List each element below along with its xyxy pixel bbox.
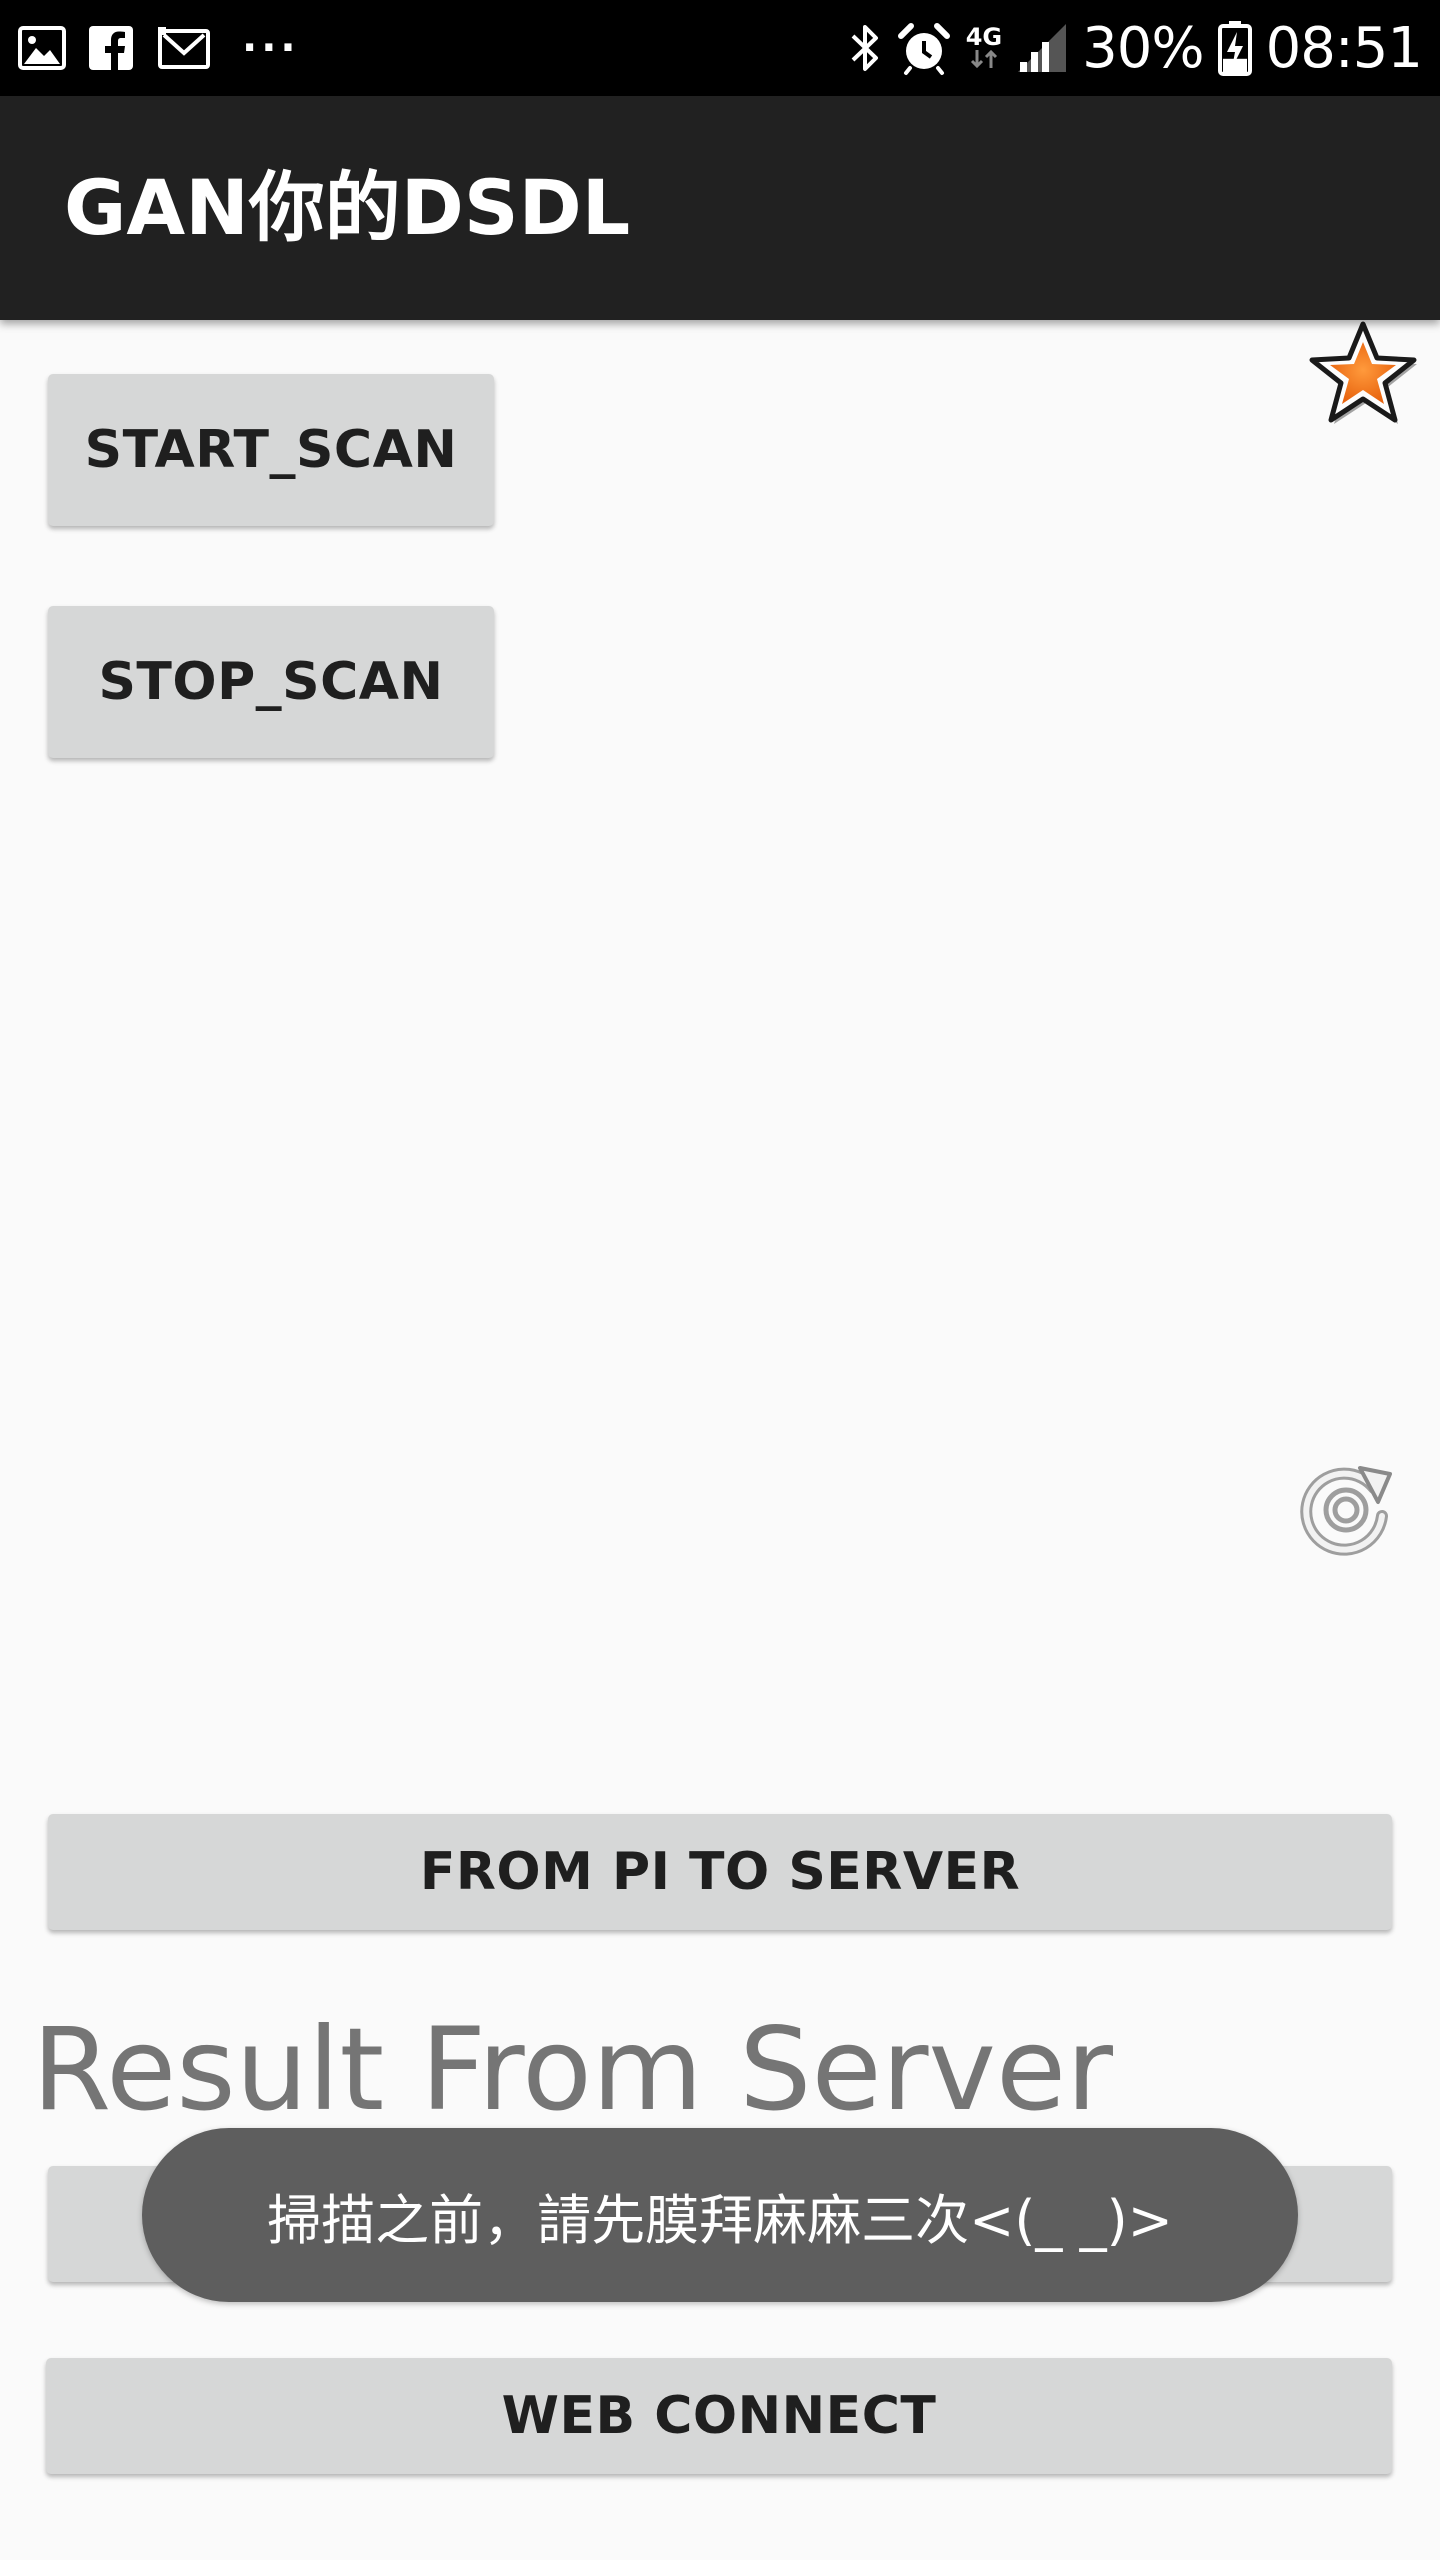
app-title: GAN你的DSDL xyxy=(64,163,631,252)
app-bar: GAN你的DSDL xyxy=(0,96,1440,320)
refresh-icon[interactable] xyxy=(1296,1458,1396,1558)
gmail-icon xyxy=(156,25,212,71)
clock: 08:51 xyxy=(1265,15,1423,81)
battery-percent: 30% xyxy=(1082,15,1204,81)
signal-icon xyxy=(1016,22,1068,74)
app-screen: ··· 4G 30% 08:51 GAN你的DSDL START_SCAN ST… xyxy=(0,0,1440,2560)
network-4g-icon: 4G xyxy=(965,23,1003,70)
facebook-icon xyxy=(88,25,134,71)
result-heading: Result From Server xyxy=(32,2003,1113,2136)
gallery-icon xyxy=(18,26,66,70)
notification-icons: ··· xyxy=(18,22,300,74)
star-icon[interactable] xyxy=(1304,316,1422,434)
bluetooth-icon xyxy=(848,21,882,75)
network-label: 4G xyxy=(965,23,1003,51)
toast-message: 掃描之前，請先膜拜麻麻三次<(_ _)> xyxy=(142,2128,1298,2302)
start-scan-button[interactable]: START_SCAN xyxy=(48,374,494,526)
alarm-icon xyxy=(896,20,952,76)
web-connect-button[interactable]: WEB CONNECT xyxy=(46,2358,1392,2474)
status-bar: ··· 4G 30% 08:51 xyxy=(0,0,1440,96)
from-pi-to-server-button[interactable]: FROM PI TO SERVER xyxy=(48,1814,1392,1930)
more-notifications-icon: ··· xyxy=(242,25,300,71)
stop-scan-button[interactable]: STOP_SCAN xyxy=(48,606,494,758)
battery-charging-icon xyxy=(1217,20,1252,76)
system-status-icons: 4G 30% 08:51 xyxy=(848,15,1423,81)
